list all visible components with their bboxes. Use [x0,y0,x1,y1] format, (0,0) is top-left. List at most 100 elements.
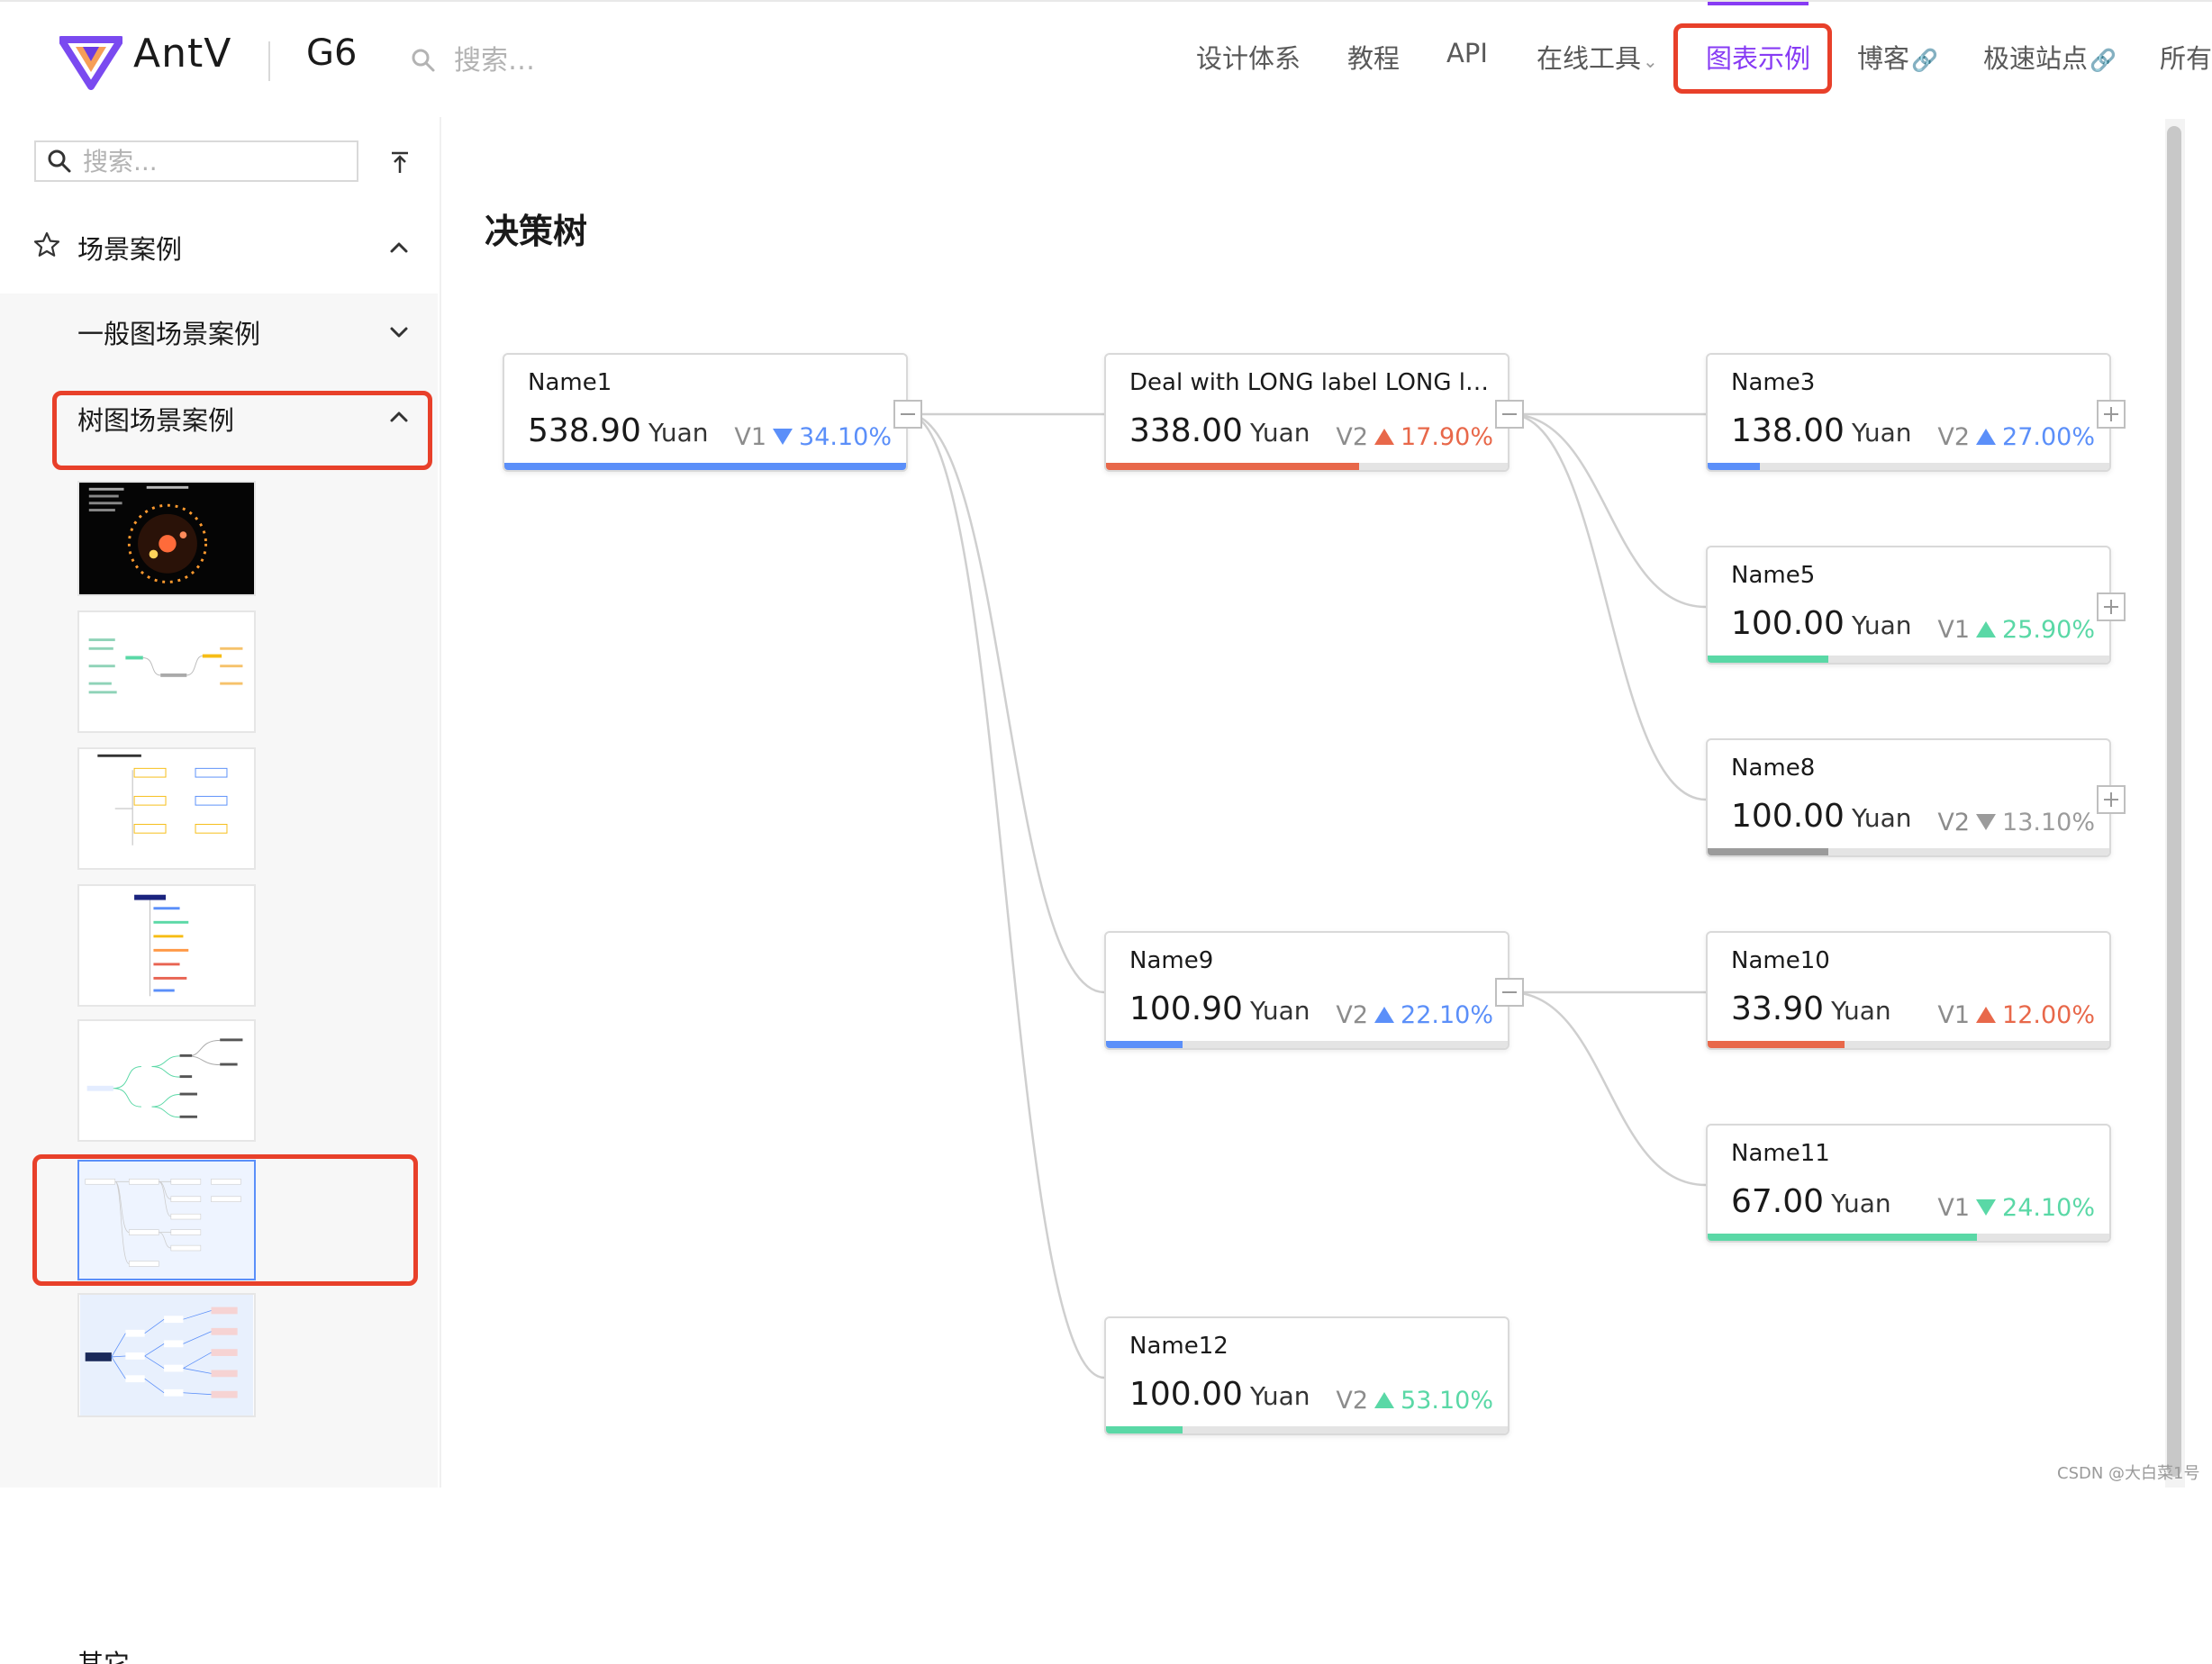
nav-blog[interactable]: 博客🔗 [1857,38,1938,76]
antv-logo-icon[interactable] [59,34,122,90]
expand-node-button[interactable] [2097,785,2126,814]
triangle-up-icon [1374,1007,1395,1023]
submenu-panel: 一般图场景案例 树图场景案例 其它 [0,294,438,1664]
node-progress-fill [1708,656,1828,663]
node-metric: V1 34.10% [734,423,892,451]
collapse-node-button[interactable] [893,400,922,429]
highlight-box-thumbnail [32,1154,418,1286]
triangle-up-icon [1374,429,1395,445]
tree-node-name9[interactable]: Name9 100.90 Yuan V2 22.10% [1104,931,1509,1050]
node-amount-value: 67.00 [1731,1183,1825,1220]
nav-mirror-site[interactable]: 极速站点🔗 [1983,38,2117,76]
example-thumbnail[interactable] [77,610,256,733]
collapse-node-button[interactable] [1495,400,1524,429]
node-amount: 338.00 Yuan [1129,412,1310,449]
tree-node-name3[interactable]: Name3 138.00 Yuan V2 27.00% [1706,353,2111,472]
nav-all-products[interactable]: 所有 [2160,38,2212,76]
node-variable: V2 [1937,423,1971,451]
decision-tree-canvas[interactable]: Name1 538.90 Yuan V1 34.10% Deal with LONG la… [441,117,2162,1488]
node-rate: 53.10% [1401,1387,1493,1415]
tree-node-name5[interactable]: Name5 100.00 Yuan V1 25.90% [1706,546,2111,665]
collapse-all-icon[interactable] [385,148,414,176]
node-rate: 12.00% [2002,1001,2095,1029]
node-unit: Yuan [1831,1189,1891,1218]
tree-node-name12[interactable]: Name12 100.00 Yuan V2 53.10% [1104,1316,1509,1435]
sidebar-search[interactable] [34,140,358,182]
node-metric: V1 12.00% [1937,1001,2095,1029]
collapse-node-button[interactable] [1495,978,1524,1007]
triangle-up-icon [1374,1392,1395,1408]
chevron-up-icon [390,242,408,253]
header-search-input[interactable] [452,43,690,77]
node-variable: V1 [734,423,767,451]
expand-node-button[interactable] [2097,400,2126,429]
header-search[interactable] [411,38,690,83]
sidebar-search-input[interactable] [81,145,355,177]
nav-all-products-label: 所有 [2160,43,2212,74]
external-link-icon: 🔗 [2090,48,2117,73]
thumbnail-image [80,483,253,594]
node-rate: 25.90% [2002,616,2095,644]
node-variable: V2 [1336,1387,1369,1415]
node-amount: 138.00 Yuan [1731,412,1912,449]
tree-node-name11[interactable]: Name11 67.00 Yuan V1 24.10% [1706,1124,2111,1243]
node-metric: V2 22.10% [1336,1001,1493,1029]
nav-online-tools-label: 在线工具 [1537,43,1642,74]
node-variable: V1 [1937,1001,1971,1029]
node-rate: 13.10% [2002,809,2095,837]
watermark: CSDN @大白菜1号 [2057,1464,2200,1483]
brand-name[interactable]: AntV [133,31,231,77]
thumbnail-image [134,894,189,997]
nav-design-system[interactable]: 设计体系 [1196,38,1301,76]
node-name: Name12 [1129,1333,1228,1360]
node-rate: 24.10% [2002,1194,2095,1222]
nav-online-tools[interactable]: 在线工具 ⌄ [1537,38,1658,76]
node-amount: 538.90 Yuan [528,412,709,449]
example-thumbnail[interactable] [77,481,256,596]
triangle-up-icon [1976,621,1997,638]
node-progress-fill [504,463,906,470]
nav-api[interactable]: API [1446,38,1488,68]
highlight-box-tree-menu [52,391,432,470]
tree-node-deal[interactable]: Deal with LONG label LONG la... 338.00 Yua… [1104,353,1509,472]
node-variable: V1 [1937,616,1971,644]
node-variable: V2 [1336,1001,1369,1029]
scrollbar-thumb[interactable] [2167,126,2181,1477]
nav-tutorial[interactable]: 教程 [1347,38,1400,76]
menu-scene-cases[interactable]: 场景案例 [0,211,438,283]
node-name: Name3 [1731,369,1816,396]
node-rate: 34.10% [799,423,892,451]
expand-node-button[interactable] [2097,592,2126,621]
nav-blog-label: 博客 [1857,43,1910,74]
minus-icon [1502,413,1517,415]
submenu-general-graph[interactable]: 一般图场景案例 [0,295,438,367]
tree-node-name1[interactable]: Name1 538.90 Yuan V1 34.10% [503,353,908,472]
triangle-down-icon [1976,1199,1997,1216]
node-progress-fill [1708,1234,1977,1241]
minus-icon [1502,991,1517,993]
node-name: Name9 [1129,947,1214,974]
example-thumbnail[interactable] [77,747,256,870]
example-thumbnail[interactable] [77,1019,256,1142]
product-name[interactable]: G6 [306,32,357,74]
example-thumbnail[interactable] [77,1293,256,1417]
node-amount-value: 100.00 [1731,605,1845,642]
tree-node-name8[interactable]: Name8 100.00 Yuan V2 13.10% [1706,738,2111,857]
node-metric: V1 25.90% [1937,616,2095,644]
search-icon [48,149,71,173]
triangle-down-icon [1976,814,1997,830]
node-rate: 22.10% [1401,1001,1493,1029]
submenu-other[interactable]: 其它 [77,1648,130,1664]
thumbnail-image [88,638,243,694]
node-unit: Yuan [1831,996,1891,1026]
node-amount: 100.00 Yuan [1731,798,1912,835]
node-name: Name10 [1731,947,1830,974]
node-metric: V2 13.10% [1937,809,2095,837]
tree-node-name10[interactable]: Name10 33.90 Yuan V1 12.00% [1706,931,2111,1050]
example-thumbnail[interactable] [77,884,256,1007]
node-progress-fill [1106,1041,1183,1048]
node-unit: Yuan [648,418,709,448]
node-amount-value: 338.00 [1129,412,1243,449]
node-metric: V2 17.90% [1336,423,1493,451]
plus-icon [2104,407,2118,421]
